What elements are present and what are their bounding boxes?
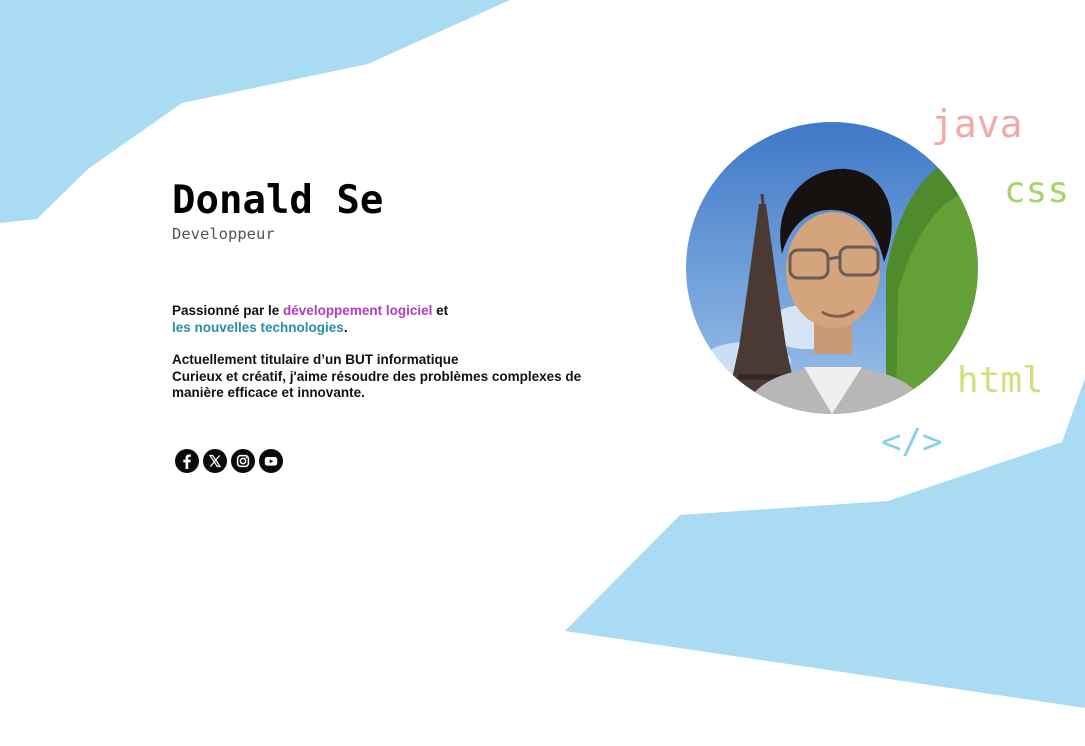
bio-paragraph-1: Passionné par le développement logiciel … — [172, 303, 632, 336]
profile-role: Developpeur — [172, 225, 275, 243]
x-icon — [208, 454, 222, 468]
bio-line1-suffix: et — [432, 303, 449, 318]
code-word-html: html — [957, 360, 1044, 401]
code-word-css: css — [1004, 170, 1070, 211]
portfolio-hero: Donald Se Developpeur Passionné par le d… — [0, 0, 1085, 746]
profile-photo — [686, 122, 978, 414]
bio-description: Curieux et créatif, j'aime résoudre des … — [172, 368, 582, 401]
instagram-icon — [236, 454, 250, 468]
social-links — [175, 449, 283, 473]
bottom-right-shape — [565, 378, 1085, 708]
youtube-link[interactable] — [259, 449, 283, 473]
instagram-link[interactable] — [231, 449, 255, 473]
code-tag-symbol: </> — [881, 422, 943, 462]
x-link[interactable] — [203, 449, 227, 473]
bio-degree: Actuellement titulaire d’un BUT informat… — [172, 352, 459, 367]
code-word-java: java — [931, 102, 1023, 146]
bio-line1-prefix: Passionné par le — [172, 303, 284, 318]
bio-line2-suffix: . — [343, 319, 348, 335]
facebook-link[interactable] — [175, 449, 199, 473]
youtube-icon — [264, 457, 278, 466]
facebook-icon — [183, 454, 191, 469]
highlight-new-technologies: les nouvelles technologies — [172, 319, 344, 335]
bio-text: Passionné par le développement logiciel … — [172, 303, 632, 402]
highlight-software-development: développement logiciel — [283, 303, 433, 318]
bio-spacer — [172, 336, 632, 352]
bio-paragraph-2: Actuellement titulaire d’un BUT informat… — [172, 352, 632, 402]
profile-photo-illustration — [686, 122, 978, 414]
profile-name: Donald Se — [172, 178, 384, 223]
